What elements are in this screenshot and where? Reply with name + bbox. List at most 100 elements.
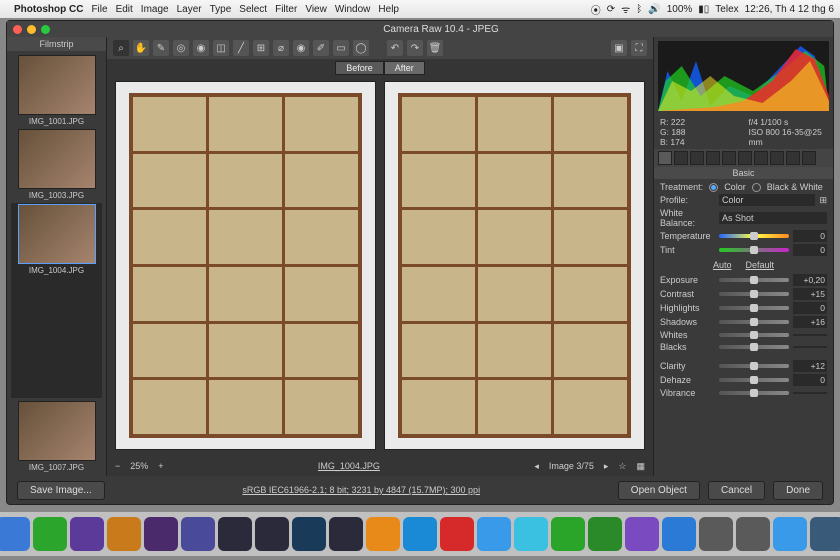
curve-tab-icon[interactable]	[674, 151, 688, 165]
spot-removal-icon[interactable]: ⌀	[273, 40, 289, 56]
dock-app-19[interactable]	[625, 517, 659, 551]
menu-layer[interactable]: Layer	[177, 4, 202, 15]
thumbnail[interactable]: IMG_1003.JPG	[11, 129, 102, 200]
menu-select[interactable]: Select	[239, 4, 267, 15]
dock-app-14[interactable]	[440, 517, 474, 551]
fx-tab-icon[interactable]	[754, 151, 768, 165]
calibration-tab-icon[interactable]	[770, 151, 784, 165]
prev-image-icon[interactable]: ◂	[534, 461, 539, 472]
zoom-tool-icon[interactable]: ⌕	[113, 40, 129, 56]
app-name[interactable]: Photoshop CC	[14, 4, 83, 15]
cancel-button[interactable]: Cancel	[708, 481, 765, 500]
tint-value[interactable]: 0	[793, 244, 827, 256]
dock-app-9[interactable]	[255, 517, 289, 551]
white-balance-select[interactable]: As Shot	[719, 212, 827, 224]
radial-filter-icon[interactable]: ◯	[353, 40, 369, 56]
treatment-color-radio[interactable]	[709, 183, 718, 192]
snapshots-tab-icon[interactable]	[802, 151, 816, 165]
menu-view[interactable]: View	[305, 4, 327, 15]
dock-app-11[interactable]	[329, 517, 363, 551]
thumbnail-selected[interactable]: IMG_1004.JPG	[11, 203, 102, 398]
bluetooth-icon[interactable]: ᛒ	[636, 4, 642, 15]
crop-tool-icon[interactable]: ◫	[213, 40, 229, 56]
dock-app-21[interactable]	[699, 517, 733, 551]
histogram[interactable]	[658, 41, 829, 111]
transform-icon[interactable]: ⊞	[253, 40, 269, 56]
dock-app-4[interactable]	[70, 517, 104, 551]
dock-app-23[interactable]	[773, 517, 807, 551]
target-adjust-icon[interactable]: ◉	[193, 40, 209, 56]
input-source[interactable]: Telex	[715, 4, 738, 15]
whites-slider[interactable]	[719, 333, 789, 337]
dock-app-2[interactable]	[0, 517, 30, 551]
before-tab[interactable]: Before	[335, 61, 384, 75]
dock-app-16[interactable]	[514, 517, 548, 551]
contrast-slider[interactable]	[719, 292, 789, 296]
rotate-right-icon[interactable]: ↷	[407, 40, 423, 56]
menu-edit[interactable]: Edit	[116, 4, 133, 15]
preview-toggle-icon[interactable]: ▣	[611, 40, 627, 56]
zoom-in-icon[interactable]: +	[158, 461, 163, 471]
clock[interactable]: 12:26, Th 4 12 thg 6	[745, 4, 834, 15]
minimize-icon[interactable]	[27, 25, 36, 34]
dock-app-12[interactable]	[366, 517, 400, 551]
menu-filter[interactable]: Filter	[275, 4, 297, 15]
zoom-level[interactable]: 25%	[130, 461, 148, 471]
eyedropper-icon[interactable]: ✎	[153, 40, 169, 56]
menu-help[interactable]: Help	[378, 4, 399, 15]
next-image-icon[interactable]: ▸	[604, 461, 609, 472]
menu-window[interactable]: Window	[335, 4, 371, 15]
detail-tab-icon[interactable]	[690, 151, 704, 165]
profile-select[interactable]: Color	[719, 194, 815, 206]
clarity-slider[interactable]	[719, 364, 789, 368]
workflow-info[interactable]: sRGB IEC61966-2.1; 8 bit; 3231 by 4847 (…	[113, 485, 610, 495]
view-mode-icon[interactable]: ▦	[636, 461, 645, 472]
thumbnail[interactable]: IMG_1007.JPG	[11, 401, 102, 472]
dock-app-20[interactable]	[662, 517, 696, 551]
thumbnail[interactable]: IMG_1001.JPG	[11, 55, 102, 126]
dock-app-6[interactable]	[144, 517, 178, 551]
zoom-out-icon[interactable]: −	[115, 461, 120, 471]
blacks-slider[interactable]	[719, 345, 789, 349]
adjustment-brush-icon[interactable]: ✐	[313, 40, 329, 56]
tint-slider[interactable]	[719, 248, 789, 252]
dock-app-15[interactable]	[477, 517, 511, 551]
dock-app-3[interactable]	[33, 517, 67, 551]
dock-app-13[interactable]	[403, 517, 437, 551]
default-link[interactable]: Default	[745, 260, 774, 270]
dock-app-5[interactable]	[107, 517, 141, 551]
volume-icon[interactable]: 🔊	[648, 4, 660, 15]
menu-image[interactable]: Image	[141, 4, 169, 15]
menu-file[interactable]: File	[91, 4, 107, 15]
dock-app-10[interactable]	[292, 517, 326, 551]
straighten-icon[interactable]: ╱	[233, 40, 249, 56]
graduated-filter-icon[interactable]: ▭	[333, 40, 349, 56]
menu-type[interactable]: Type	[210, 4, 232, 15]
wifi-icon[interactable]: ᯤ	[621, 2, 630, 16]
dock-app-8[interactable]	[218, 517, 252, 551]
hsl-tab-icon[interactable]	[706, 151, 720, 165]
split-tab-icon[interactable]	[722, 151, 736, 165]
maximize-icon[interactable]	[41, 25, 50, 34]
dock-app-24[interactable]	[810, 517, 840, 551]
auto-link[interactable]: Auto	[713, 260, 732, 270]
lens-tab-icon[interactable]	[738, 151, 752, 165]
dock-app-7[interactable]	[181, 517, 215, 551]
after-preview[interactable]	[384, 81, 645, 450]
dock-app-17[interactable]	[551, 517, 585, 551]
dock-app-18[interactable]	[588, 517, 622, 551]
presets-tab-icon[interactable]	[786, 151, 800, 165]
battery-status[interactable]: 100%	[667, 4, 693, 15]
redeye-icon[interactable]: ◉	[293, 40, 309, 56]
profile-browser-icon[interactable]: ⊞	[819, 195, 827, 206]
basic-tab-icon[interactable]	[658, 151, 672, 165]
after-tab[interactable]: After	[384, 61, 425, 75]
shadows-slider[interactable]	[719, 320, 789, 324]
dehaze-slider[interactable]	[719, 378, 789, 382]
hand-tool-icon[interactable]: ✋	[133, 40, 149, 56]
color-sampler-icon[interactable]: ◎	[173, 40, 189, 56]
close-icon[interactable]	[13, 25, 22, 34]
fullscreen-icon[interactable]: ⛶	[631, 40, 647, 56]
exposure-slider[interactable]	[719, 278, 789, 282]
done-button[interactable]: Done	[773, 481, 823, 500]
